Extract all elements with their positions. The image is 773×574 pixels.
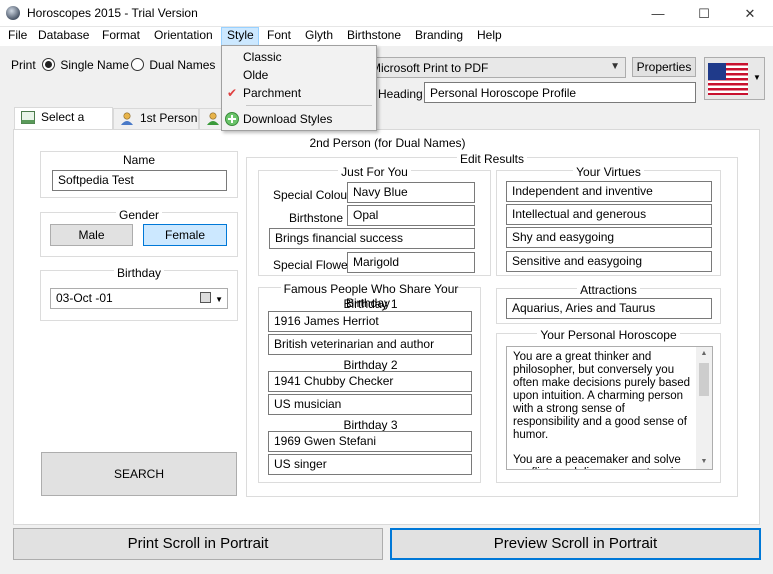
personal-horoscope-label: Your Personal Horoscope	[497, 328, 720, 342]
menu-glyth[interactable]: Glyth	[300, 27, 338, 46]
dual-names-radio[interactable]: Dual Names	[131, 57, 215, 72]
download-plus-icon	[225, 112, 239, 126]
birthday-2-name-input[interactable]: 1941 Chubby Checker	[268, 371, 472, 392]
search-button[interactable]: SEARCH	[41, 452, 237, 496]
person-icon	[121, 112, 133, 125]
menu-birthstone[interactable]: Birthstone	[342, 27, 406, 46]
birthday-3-desc-input[interactable]: US singer	[268, 454, 472, 475]
style-olde-item[interactable]: Olde	[224, 66, 374, 84]
birthday-group: Birthday 03-Oct -01 ▼	[40, 266, 238, 321]
birthday-2-desc-input[interactable]: US musician	[268, 394, 472, 415]
single-name-radio[interactable]: Single Name	[42, 57, 129, 72]
download-styles-item[interactable]: Download Styles	[224, 110, 374, 128]
menu-bar: File Database Format Orientation Style F…	[0, 27, 773, 46]
style-classic-item[interactable]: Classic	[224, 48, 374, 66]
tab-1st-person[interactable]: 1st Person	[113, 108, 199, 129]
chevron-down-icon: ▼	[610, 61, 620, 72]
heading-input[interactable]: Personal Horoscope Profile	[424, 82, 696, 103]
menu-separator	[246, 105, 372, 106]
scroll-thumb[interactable]	[699, 363, 709, 396]
menu-orientation[interactable]: Orientation	[149, 27, 218, 46]
attractions-label: Attractions	[497, 283, 720, 297]
male-button[interactable]: Male	[50, 224, 133, 246]
horoscope-textarea[interactable]: You are a great thinker and philosopher,…	[506, 346, 713, 470]
virtue-input[interactable]: Shy and easygoing	[506, 227, 712, 248]
window-title: Horoscopes 2015 - Trial Version	[27, 6, 198, 20]
flag-dropdown-icon: ▼	[753, 73, 761, 82]
birthday-1-name-input[interactable]: 1916 James Herriot	[268, 311, 472, 332]
virtue-input[interactable]: Sensitive and easygoing	[506, 251, 712, 272]
print-scroll-button[interactable]: Print Scroll in Portrait	[13, 528, 383, 560]
menu-font[interactable]: Font	[262, 27, 296, 46]
app-globe-icon	[6, 6, 20, 20]
horoscope-scrollbar[interactable]: ▲ ▼	[696, 347, 712, 469]
style-parchment-item[interactable]: ✔ Parchment	[224, 84, 374, 102]
virtue-input[interactable]: Intellectual and generous	[506, 204, 712, 225]
birthstone-input[interactable]: Opal	[347, 205, 475, 226]
language-flag-button[interactable]: ▼	[704, 57, 765, 100]
scroll-up-icon[interactable]: ▲	[696, 347, 712, 361]
radio-dot	[42, 58, 55, 72]
famous-people-group: Famous People Who Share Your Birthday Bi…	[258, 282, 481, 483]
panel-title: 2nd Person (for Dual Names)	[309, 136, 466, 150]
menu-database[interactable]: Database	[33, 27, 94, 46]
attractions-group: Attractions Aquarius, Aries and Taurus	[496, 283, 721, 324]
birthstone-label: Birthstone	[289, 211, 344, 225]
print-label: Print	[11, 58, 36, 72]
maximize-button[interactable]: ☐	[681, 0, 727, 27]
special-flower-input[interactable]: Marigold	[347, 252, 475, 273]
your-virtues-label: Your Virtues	[497, 165, 720, 179]
special-colour-input[interactable]: Navy Blue	[347, 182, 475, 203]
menu-help[interactable]: Help	[472, 27, 507, 46]
calendar-icon	[200, 292, 211, 303]
preview-scroll-button[interactable]: Preview Scroll in Portrait	[390, 528, 761, 560]
special-flower-label: Special Flower	[273, 258, 352, 272]
us-flag-icon	[708, 63, 748, 95]
style-dropdown-menu: Classic Olde ✔ Parchment Download Styles	[221, 45, 377, 131]
tab-select-a-style[interactable]: Select a Style	[14, 107, 113, 143]
person-icon	[207, 112, 219, 125]
personal-horoscope-group: Your Personal Horoscope You are a great …	[496, 328, 721, 483]
second-person-panel: 2nd Person (for Dual Names) Name Softped…	[13, 129, 760, 525]
menu-file[interactable]: File	[3, 27, 32, 46]
birthday-3-label: Birthday 3	[343, 418, 398, 432]
female-button[interactable]: Female	[143, 224, 227, 246]
attractions-input[interactable]: Aquarius, Aries and Taurus	[506, 298, 712, 319]
window-style-icon	[21, 111, 35, 124]
title-bar: Horoscopes 2015 - Trial Version — ☐ ✕	[0, 0, 773, 27]
virtue-input[interactable]: Independent and inventive	[506, 181, 712, 202]
edit-results-label: Edit Results	[247, 152, 737, 166]
menu-style[interactable]: Style	[221, 27, 259, 46]
birthday-1-label: Birthday 1	[343, 297, 398, 311]
scroll-down-icon[interactable]: ▼	[696, 455, 712, 469]
just-for-you-group: Just For You Special Colour Navy Blue Bi…	[258, 165, 491, 276]
minimize-button[interactable]: —	[635, 0, 681, 27]
gender-label: Gender	[41, 208, 237, 222]
birthday-2-label: Birthday 2	[343, 358, 398, 372]
special-colour-label: Special Colour	[273, 188, 352, 202]
birthday-date-picker[interactable]: 03-Oct -01 ▼	[50, 288, 228, 309]
close-button[interactable]: ✕	[727, 0, 773, 27]
name-input[interactable]: Softpedia Test	[52, 170, 227, 191]
horoscope-paragraph-1: You are a great thinker and philosopher,…	[513, 351, 691, 441]
birthday-1-desc-input[interactable]: British veterinarian and author	[268, 334, 472, 355]
printer-select[interactable]: Microsoft Print to PDF ▼	[364, 57, 626, 78]
your-virtues-group: Your Virtues Independent and inventive I…	[496, 165, 721, 276]
just-for-you-label: Just For You	[259, 165, 490, 179]
menu-format[interactable]: Format	[97, 27, 145, 46]
horoscope-paragraph-2: You are a peacemaker and solve conflicts…	[513, 454, 686, 469]
name-label: Name	[41, 153, 237, 167]
properties-button[interactable]: Properties	[632, 57, 696, 77]
checkmark-icon: ✔	[227, 86, 238, 100]
gender-group: Gender Male Female	[40, 208, 238, 257]
name-group: Name Softpedia Test	[40, 151, 238, 198]
birthday-label: Birthday	[41, 266, 237, 280]
menu-branding[interactable]: Branding	[410, 27, 468, 46]
radio-dot	[131, 58, 144, 72]
birthday-3-name-input[interactable]: 1969 Gwen Stefani	[268, 431, 472, 452]
chevron-down-icon: ▼	[215, 295, 223, 304]
extra-trait-input[interactable]: Brings financial success	[269, 228, 475, 249]
heading-label: Heading	[378, 87, 423, 101]
